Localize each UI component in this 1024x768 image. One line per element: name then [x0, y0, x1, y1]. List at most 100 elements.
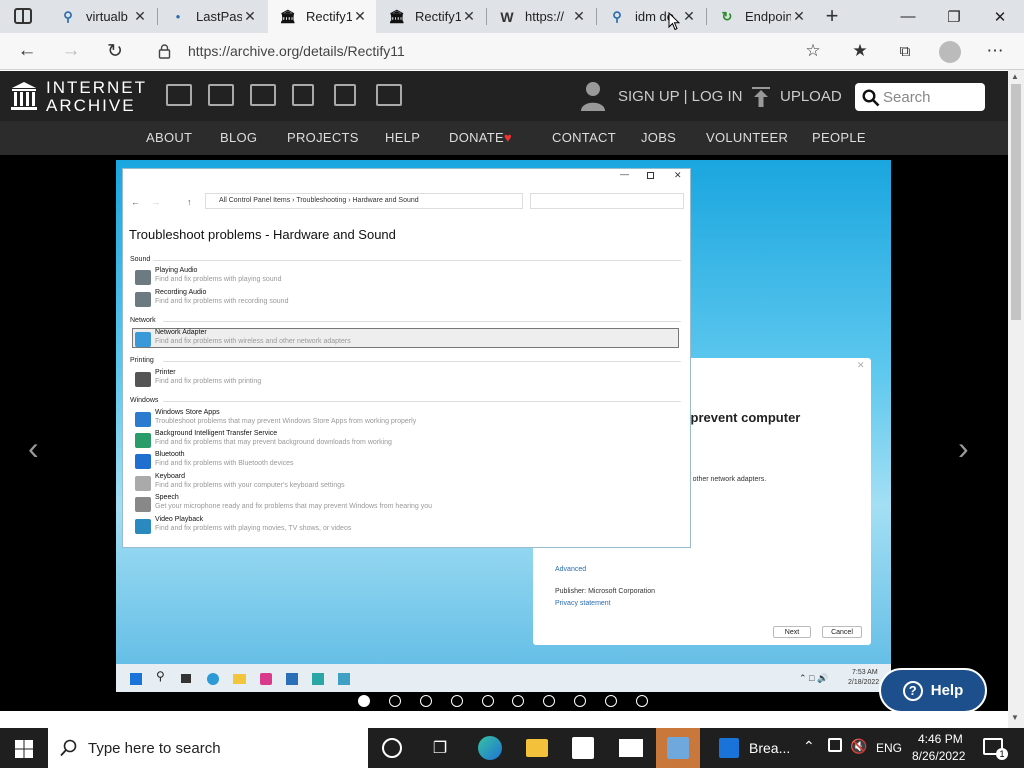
browser-tab[interactable]: ⚲ virtualb ✕ — [48, 0, 156, 33]
browser-tab[interactable]: ↻ Endpoin ✕ — [707, 0, 815, 33]
profile-avatar[interactable] — [939, 41, 961, 63]
scroll-down-arrow[interactable]: ▼ — [1011, 713, 1019, 722]
archive-logo-icon[interactable] — [10, 81, 38, 111]
close-icon[interactable]: ✕ — [352, 8, 368, 25]
back-button[interactable]: ← — [12, 37, 42, 65]
slide-dot[interactable] — [636, 695, 648, 707]
nav-contact[interactable]: CONTACT — [552, 130, 616, 145]
slide-dot[interactable] — [482, 695, 494, 707]
signup-login-link[interactable]: SIGN UP | LOG IN — [618, 88, 742, 105]
video-icon[interactable] — [250, 84, 276, 106]
edge-icon[interactable] — [478, 736, 502, 760]
nav-jobs[interactable]: JOBS — [641, 130, 676, 145]
forward-button[interactable]: → — [56, 37, 86, 65]
close-icon[interactable]: ✕ — [571, 8, 587, 25]
clock-date[interactable]: 8/26/2022 — [912, 749, 965, 763]
chevron-up-icon[interactable]: ⌃ — [803, 738, 815, 755]
nav-donate[interactable]: DONATE — [449, 130, 504, 145]
item-name: Speech — [155, 494, 179, 501]
restore-button[interactable]: ❐ — [931, 0, 977, 33]
tab-label: Rectify1 — [415, 9, 461, 24]
logo-text[interactable]: ARCHIVE — [46, 96, 136, 116]
mail-icon[interactable] — [619, 739, 643, 757]
close-icon: ✕ — [674, 170, 682, 180]
network-icon[interactable] — [828, 738, 842, 752]
close-icon[interactable]: ✕ — [461, 8, 477, 25]
close-icon[interactable]: ✕ — [791, 8, 807, 25]
close-icon[interactable]: ✕ — [681, 8, 697, 25]
taskbar-app-label[interactable]: Brea... — [749, 740, 790, 756]
more-menu-icon[interactable]: ⋯ — [980, 37, 1010, 65]
scrollbar-thumb[interactable] — [1011, 84, 1021, 320]
close-icon[interactable]: ✕ — [242, 8, 258, 25]
tab-label: Rectify1 — [306, 9, 352, 24]
cortana-icon[interactable] — [382, 738, 402, 758]
prev-slide-button[interactable]: ‹ — [28, 430, 39, 467]
volume-muted-icon[interactable]: 🔇 — [850, 738, 867, 755]
search-input[interactable]: Search — [883, 89, 931, 106]
category-divider — [163, 401, 681, 402]
slide-dot-active[interactable] — [358, 695, 370, 707]
list-item: Keyboard Find and fix problems with your… — [135, 473, 675, 493]
url-text[interactable]: https://archive.org/details/Rectify11 — [188, 43, 405, 59]
nav-blog[interactable]: BLOG — [220, 130, 257, 145]
audio-icon[interactable] — [292, 84, 314, 106]
forward-icon: → — [151, 197, 160, 207]
images-icon[interactable] — [376, 84, 402, 106]
nav-volunteer[interactable]: VOLUNTEER — [706, 130, 788, 145]
keyboard-icon — [135, 476, 151, 491]
collections-icon[interactable]: ⧉ — [890, 37, 920, 65]
scroll-up-arrow[interactable]: ▲ — [1011, 72, 1019, 81]
favorites-icon[interactable]: ★ — [845, 37, 875, 65]
nav-people[interactable]: PEOPLE — [812, 130, 866, 145]
slide-dot[interactable] — [605, 695, 617, 707]
slide-dot[interactable] — [451, 695, 463, 707]
slide-dot[interactable] — [389, 695, 401, 707]
list-item: Background Intelligent Transfer Service … — [135, 430, 675, 450]
close-icon[interactable]: ✕ — [132, 8, 148, 25]
slide-dot[interactable] — [420, 695, 432, 707]
logo-text[interactable]: INTERNET — [46, 78, 147, 98]
user-icon[interactable] — [580, 80, 606, 112]
web-icon[interactable] — [166, 84, 192, 106]
control-panel-icon — [667, 737, 689, 759]
breadcrumb-item: Troubleshooting — [296, 197, 347, 204]
browser-tab[interactable]: ⚲ idm do ✕ — [597, 0, 705, 33]
minimize-button[interactable]: — — [885, 0, 931, 33]
close-window-button[interactable]: ✕ — [977, 0, 1023, 33]
texts-icon[interactable] — [208, 84, 234, 106]
news-app-icon[interactable] — [719, 738, 739, 758]
language-indicator[interactable]: ENG — [876, 741, 902, 755]
windows-start-button[interactable] — [15, 740, 33, 758]
breadcrumb-item: All Control Panel Items — [219, 197, 291, 204]
privacy-link: Privacy statement — [555, 600, 611, 607]
file-explorer-icon[interactable] — [526, 739, 548, 757]
new-tab-button[interactable]: + — [820, 3, 844, 28]
browser-tab[interactable]: 🏛 Rectify1 ✕ — [377, 0, 485, 33]
nav-help[interactable]: HELP — [385, 130, 420, 145]
nav-projects[interactable]: PROJECTS — [287, 130, 359, 145]
taskbar-search-placeholder[interactable]: Type here to search — [88, 740, 221, 757]
search-icon — [862, 89, 880, 107]
next-slide-button[interactable]: › — [958, 430, 969, 467]
refresh-button[interactable]: ↻ — [100, 37, 130, 65]
category-label: Sound — [130, 256, 151, 263]
software-icon[interactable] — [334, 84, 356, 106]
task-view-icon[interactable]: ❐ — [428, 736, 452, 760]
upload-icon[interactable] — [751, 86, 771, 108]
list-item: Speech Get your microphone ready and fix… — [135, 494, 675, 514]
nav-about[interactable]: ABOUT — [146, 130, 192, 145]
add-favorite-icon[interactable]: ☆ — [798, 37, 828, 65]
item-name: Keyboard — [155, 473, 185, 480]
browser-tab[interactable]: W https:// ✕ — [487, 0, 595, 33]
store-icon[interactable] — [572, 737, 594, 759]
help-button[interactable]: ? Help — [879, 668, 987, 713]
slide-dot[interactable] — [512, 695, 524, 707]
browser-tab-active[interactable]: 🏛 Rectify1 ✕ — [268, 0, 376, 33]
browser-tab[interactable]: ● LastPass ✕ — [158, 0, 266, 33]
wizard-text: and other network adapters. — [679, 476, 767, 483]
upload-link[interactable]: UPLOAD — [780, 88, 842, 105]
clock-time[interactable]: 4:46 PM — [918, 732, 963, 746]
slide-dot[interactable] — [574, 695, 586, 707]
slide-dot[interactable] — [543, 695, 555, 707]
